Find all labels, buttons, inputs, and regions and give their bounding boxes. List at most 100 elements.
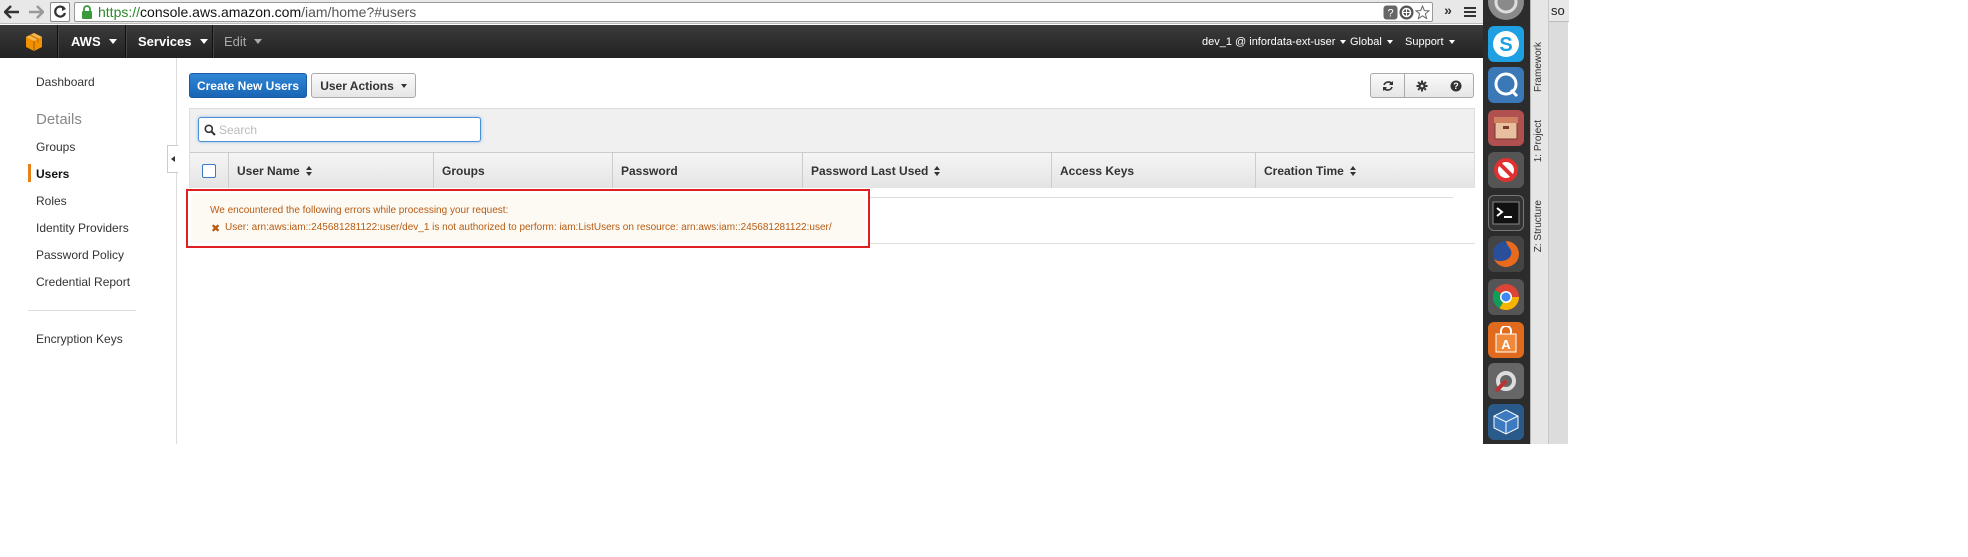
search-field[interactable] xyxy=(198,117,481,142)
url-host: console.aws.amazon.com xyxy=(140,4,302,20)
help-button[interactable]: ? xyxy=(1439,73,1474,98)
ide-tool-strip: Framework 1: Project Z: Structure xyxy=(1531,0,1549,444)
url-scheme: https:// xyxy=(98,4,141,20)
sidebar-item-identity-providers[interactable]: Identity Providers xyxy=(36,221,129,235)
svg-text:S: S xyxy=(1499,34,1512,56)
sidebar-item-encryption-keys[interactable]: Encryption Keys xyxy=(36,332,123,346)
terminal-icon[interactable] xyxy=(1488,195,1524,231)
bookmark-star-icon[interactable] xyxy=(1415,5,1430,20)
collapse-sidebar-toggle[interactable] xyxy=(167,145,178,173)
nav-separator xyxy=(212,25,213,58)
sidebar-item-password-policy[interactable]: Password Policy xyxy=(36,248,124,262)
region-menu[interactable]: Global xyxy=(1350,25,1393,58)
sidebar-item-groups[interactable]: Groups xyxy=(36,140,75,154)
svg-text:?: ? xyxy=(1387,8,1393,20)
aws-cube-logo-icon[interactable] xyxy=(24,32,44,52)
settings-button[interactable] xyxy=(1405,73,1440,98)
user-actions-label: User Actions xyxy=(320,78,394,93)
sort-icon xyxy=(305,165,313,176)
support-menu[interactable]: Support xyxy=(1405,25,1455,58)
framework-tool-tab[interactable]: Framework xyxy=(1533,42,1544,92)
chrome-icon[interactable] xyxy=(1488,279,1524,315)
sidebar-item-dashboard[interactable]: Dashboard xyxy=(36,75,95,89)
caret-down-icon xyxy=(254,39,263,44)
caret-down-icon xyxy=(1386,39,1393,44)
column-label: User Name xyxy=(237,163,300,178)
gear-icon xyxy=(1416,80,1428,91)
user-actions-button[interactable]: User Actions xyxy=(311,73,416,98)
sidebar-item-users[interactable]: Users xyxy=(36,167,69,181)
services-menu-label: Services xyxy=(138,34,192,49)
select-all-checkbox[interactable] xyxy=(202,163,216,178)
url-text: https://console.aws.amazon.com/iam/home?… xyxy=(98,4,416,20)
lock-icon xyxy=(82,5,92,19)
error-message-panel: We encountered the following errors whil… xyxy=(191,194,865,243)
reload-icon[interactable] xyxy=(50,2,70,22)
services-menu[interactable]: Services xyxy=(138,25,208,58)
edit-menu-label: Edit xyxy=(224,34,247,49)
software-center-icon[interactable]: A xyxy=(1488,322,1524,358)
column-label: Groups xyxy=(442,163,485,178)
virtualbox-icon[interactable] xyxy=(1488,404,1524,440)
error-title: We encountered the following errors whil… xyxy=(210,205,509,216)
system-settings-icon[interactable] xyxy=(1488,363,1524,399)
nav-separator xyxy=(125,25,126,58)
error-highlight-box: We encountered the following errors whil… xyxy=(186,189,870,248)
more-extensions-chevron[interactable]: » xyxy=(1440,2,1456,22)
qt-creator-icon[interactable] xyxy=(1488,67,1524,103)
project-tool-tab[interactable]: 1: Project xyxy=(1533,120,1544,162)
sidebar-divider xyxy=(28,310,136,311)
svg-text:A: A xyxy=(1501,337,1511,352)
address-bar[interactable]: https://console.aws.amazon.com/iam/home?… xyxy=(74,2,1433,22)
column-label: Password xyxy=(621,163,678,178)
hamburger-menu-icon[interactable] xyxy=(1462,4,1478,20)
ide-tool-panel: so Framework 1: Project Z: Structure xyxy=(1530,0,1569,444)
desktop-dock: S A xyxy=(1483,0,1530,444)
caret-down-icon xyxy=(108,39,117,44)
back-arrow-icon[interactable] xyxy=(2,2,22,22)
forward-arrow-icon[interactable] xyxy=(26,2,46,22)
ide-tab-label[interactable]: so xyxy=(1551,3,1565,18)
account-menu-label: dev_1 @ infordata-ext-user xyxy=(1202,35,1336,48)
search-icon xyxy=(204,124,216,136)
aws-navbar: AWS Services Edit dev_1 @ infordata-ext-… xyxy=(0,25,1483,58)
sidebar-item-roles[interactable]: Roles xyxy=(36,194,67,208)
active-item-marker xyxy=(28,164,31,182)
caret-down-icon xyxy=(199,39,208,44)
column-header-user-name[interactable]: User Name xyxy=(228,153,433,188)
sort-icon xyxy=(1349,165,1357,176)
structure-tool-tab[interactable]: Z: Structure xyxy=(1533,200,1544,252)
users-main-panel: Create New Users User Actions ? User Nam… xyxy=(189,58,1483,444)
column-label: Creation Time xyxy=(1264,163,1344,178)
support-menu-label: Support xyxy=(1405,35,1444,48)
iam-sidebar: Dashboard Details Groups Users Roles Ide… xyxy=(0,58,178,444)
column-header-access-keys: Access Keys xyxy=(1051,153,1255,188)
sidebar-heading-details: Details xyxy=(36,111,82,128)
refresh-icon xyxy=(1382,80,1393,91)
search-input[interactable] xyxy=(219,122,469,137)
help-extension-icon[interactable]: ? xyxy=(1383,5,1398,20)
skype-icon[interactable]: S xyxy=(1488,26,1524,62)
edit-menu[interactable]: Edit xyxy=(224,25,263,58)
create-new-users-button[interactable]: Create New Users xyxy=(189,73,307,98)
refresh-button[interactable] xyxy=(1370,73,1405,98)
sidebar-item-credential-report[interactable]: Credential Report xyxy=(36,275,130,289)
archive-manager-icon[interactable] xyxy=(1488,110,1524,146)
extension-icon[interactable] xyxy=(1399,5,1414,20)
aws-menu[interactable]: AWS xyxy=(71,25,117,58)
sort-icon xyxy=(934,165,941,176)
blocked-app-icon[interactable] xyxy=(1488,152,1524,188)
column-header-creation-time[interactable]: Creation Time xyxy=(1255,153,1474,188)
column-label: Access Keys xyxy=(1060,163,1135,178)
column-header-password-last-used[interactable]: Password Last Used xyxy=(802,153,1051,188)
column-header-groups: Groups xyxy=(433,153,612,188)
caret-down-icon xyxy=(400,83,407,88)
url-path: /iam/home?#users xyxy=(301,4,417,20)
select-all-cell xyxy=(190,153,228,188)
table-header: User Name Groups Password Password Last … xyxy=(190,152,1474,189)
account-menu[interactable]: dev_1 @ infordata-ext-user xyxy=(1202,25,1347,58)
firefox-icon[interactable] xyxy=(1488,236,1524,272)
aws-menu-label: AWS xyxy=(71,34,101,49)
app-launcher-icon[interactable] xyxy=(1488,0,1524,20)
column-label: Password Last Used xyxy=(811,163,929,178)
